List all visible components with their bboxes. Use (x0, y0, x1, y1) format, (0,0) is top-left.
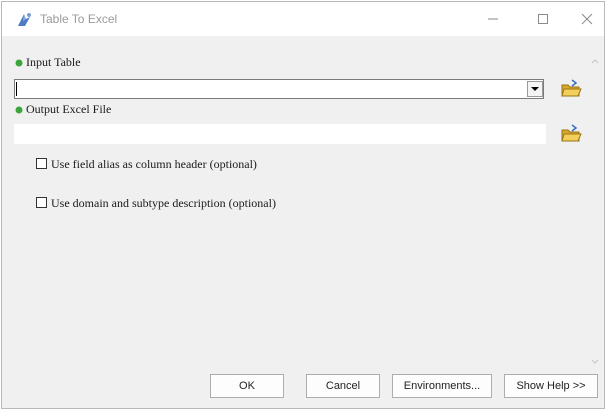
output-excel-label: Output Excel File (26, 102, 112, 116)
scroll-up-icon (591, 59, 599, 64)
required-dot-icon (15, 59, 23, 67)
text-caret (16, 82, 17, 96)
dialog-footer: OK Cancel Environments... Show Help >> (2, 372, 604, 408)
use-alias-label: Use field alias as column header (option… (51, 157, 257, 171)
tool-dialog-window: Table To Excel Input Table Output Excel … (1, 1, 605, 409)
maximize-icon (538, 14, 548, 24)
window-title: Table To Excel (40, 12, 118, 26)
show-help-button[interactable]: Show Help >> (504, 374, 598, 398)
arcgis-tool-icon (15, 11, 33, 29)
minimize-button[interactable] (478, 6, 508, 32)
input-table-combobox[interactable] (14, 79, 544, 99)
vertical-scrollbar[interactable] (588, 54, 602, 372)
close-icon (581, 13, 593, 25)
output-excel-field[interactable] (14, 124, 546, 144)
dropdown-button[interactable] (527, 81, 543, 97)
parameters-panel: Input Table Output Excel File Use field … (2, 36, 604, 372)
close-button[interactable] (572, 6, 602, 32)
use-domain-checkbox[interactable] (36, 197, 47, 208)
cancel-button[interactable]: Cancel (306, 374, 380, 398)
environments-button[interactable]: Environments... (392, 374, 492, 398)
chevron-down-icon (527, 81, 543, 97)
browse-input-button[interactable] (560, 79, 582, 99)
title-bar[interactable]: Table To Excel (2, 2, 604, 36)
open-folder-icon (561, 79, 582, 97)
browse-output-button[interactable] (560, 124, 582, 144)
minimize-icon (488, 18, 498, 20)
maximize-button[interactable] (528, 6, 558, 32)
open-folder-icon (561, 124, 582, 142)
ok-button[interactable]: OK (210, 374, 284, 398)
use-domain-label: Use domain and subtype description (opti… (51, 196, 276, 210)
scroll-down-icon (591, 359, 599, 364)
input-table-label: Input Table (26, 55, 81, 69)
use-alias-checkbox[interactable] (36, 158, 47, 169)
required-dot-icon (15, 106, 23, 114)
